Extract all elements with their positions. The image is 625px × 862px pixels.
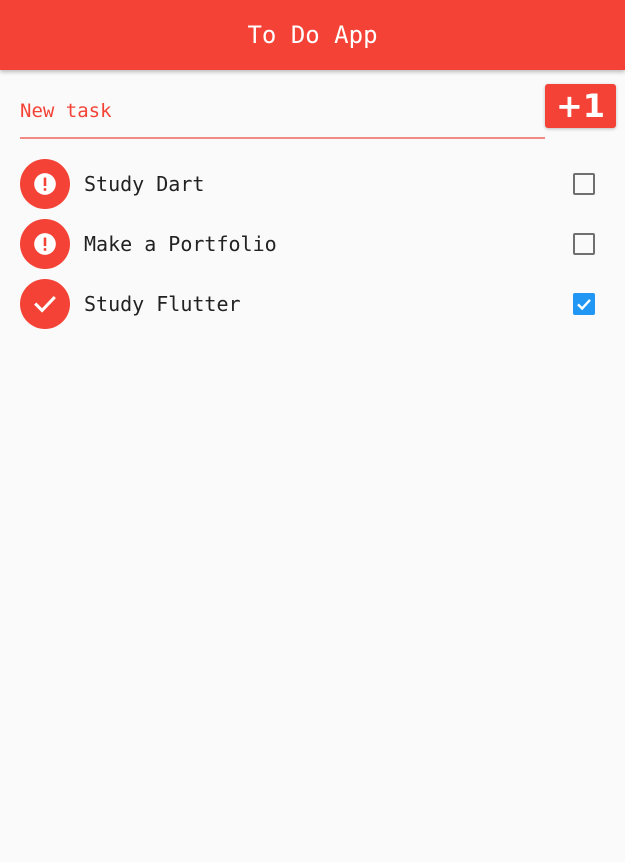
- new-task-input[interactable]: [20, 84, 545, 139]
- task-checkbox-checked[interactable]: [573, 293, 595, 315]
- task-label: Study Dart: [84, 172, 205, 196]
- app-title: To Do App: [247, 21, 378, 49]
- task-list: Study Dart Make a Portfolio Study Flutte…: [20, 154, 605, 334]
- task-label: Study Flutter: [84, 292, 241, 316]
- task-checkbox[interactable]: [573, 173, 595, 195]
- checkmark-icon: [577, 299, 591, 311]
- pending-status-avatar: [20, 219, 70, 269]
- pending-status-avatar: [20, 159, 70, 209]
- new-task-row: +1: [20, 84, 616, 144]
- check-icon: [34, 296, 56, 313]
- task-checkbox[interactable]: [573, 233, 595, 255]
- task-item[interactable]: Study Flutter: [20, 274, 605, 334]
- task-item[interactable]: Make a Portfolio: [20, 214, 605, 274]
- task-label: Make a Portfolio: [84, 232, 277, 256]
- add-task-button[interactable]: +1: [545, 84, 616, 128]
- exclamation-icon: [34, 173, 56, 195]
- task-item[interactable]: Study Dart: [20, 154, 605, 214]
- exclamation-icon: [34, 233, 56, 255]
- add-task-label: +1: [555, 87, 606, 125]
- done-status-avatar: [20, 279, 70, 329]
- app-bar: To Do App: [0, 0, 625, 70]
